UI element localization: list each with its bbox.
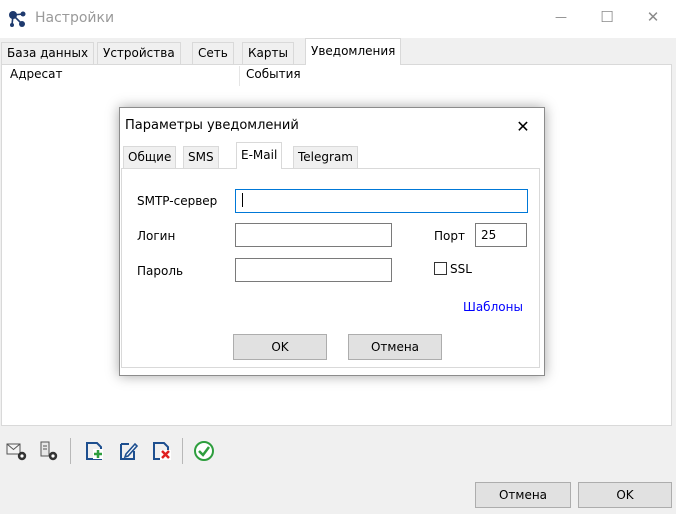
dialog-close-button[interactable]: ✕	[510, 114, 536, 138]
close-icon: ✕	[516, 116, 530, 136]
ok-button[interactable]: OK	[578, 482, 672, 508]
minimize-icon: —	[555, 10, 567, 24]
column-header-recipient[interactable]: Адресат	[10, 67, 62, 81]
dialog-title: Параметры уведомлений	[125, 118, 299, 133]
close-window-button[interactable]: ✕	[630, 0, 676, 34]
list-header	[2, 65, 671, 87]
toolbar-divider	[70, 438, 71, 464]
mail-settings-icon[interactable]	[6, 440, 28, 462]
dialog-cancel-button[interactable]: Отмена	[348, 334, 442, 360]
tab-maps[interactable]: Карты	[242, 42, 294, 64]
dialog-tab-telegram[interactable]: Telegram	[293, 146, 358, 168]
ssl-label[interactable]: SSL	[450, 262, 472, 276]
port-label: Порт	[434, 229, 465, 243]
add-icon[interactable]	[83, 440, 105, 462]
maximize-icon: ☐	[600, 8, 614, 26]
port-input[interactable]: 25	[475, 223, 527, 247]
maximize-button[interactable]: ☐	[584, 0, 630, 34]
dialog-tab-email[interactable]: E-Mail	[236, 142, 283, 169]
dialog-tab-sms[interactable]: SMS	[183, 146, 219, 168]
ssl-checkbox[interactable]	[434, 262, 447, 275]
smtp-server-input[interactable]	[235, 189, 528, 213]
login-label: Логин	[137, 229, 176, 243]
column-header-events[interactable]: События	[246, 67, 301, 81]
check-icon[interactable]	[193, 440, 215, 462]
tab-database[interactable]: База данных	[1, 42, 95, 64]
text-cursor	[242, 193, 243, 207]
templates-link[interactable]: Шаблоны	[463, 300, 523, 314]
smtp-server-label: SMTP-сервер	[137, 194, 218, 208]
tab-devices[interactable]: Устройства	[97, 42, 181, 64]
edit-icon[interactable]	[117, 440, 139, 462]
dialog-tab-general[interactable]: Общие	[123, 146, 177, 168]
close-icon: ✕	[646, 8, 660, 26]
tab-notifications[interactable]: Уведомления	[305, 38, 402, 65]
login-input[interactable]	[235, 223, 392, 247]
app-logo-icon	[9, 11, 26, 27]
password-input[interactable]	[235, 258, 392, 282]
window-title: Настройки	[35, 10, 115, 26]
dialog-ok-button[interactable]: OK	[233, 334, 327, 360]
column-divider[interactable]	[239, 66, 240, 86]
toolbar-divider	[182, 438, 183, 464]
password-label: Пароль	[137, 264, 184, 278]
minimize-button[interactable]: —	[538, 0, 584, 34]
cancel-button[interactable]: Отмена	[475, 482, 571, 508]
delete-icon[interactable]	[150, 440, 172, 462]
device-settings-icon[interactable]	[38, 440, 60, 462]
tab-network[interactable]: Сеть	[192, 42, 234, 64]
